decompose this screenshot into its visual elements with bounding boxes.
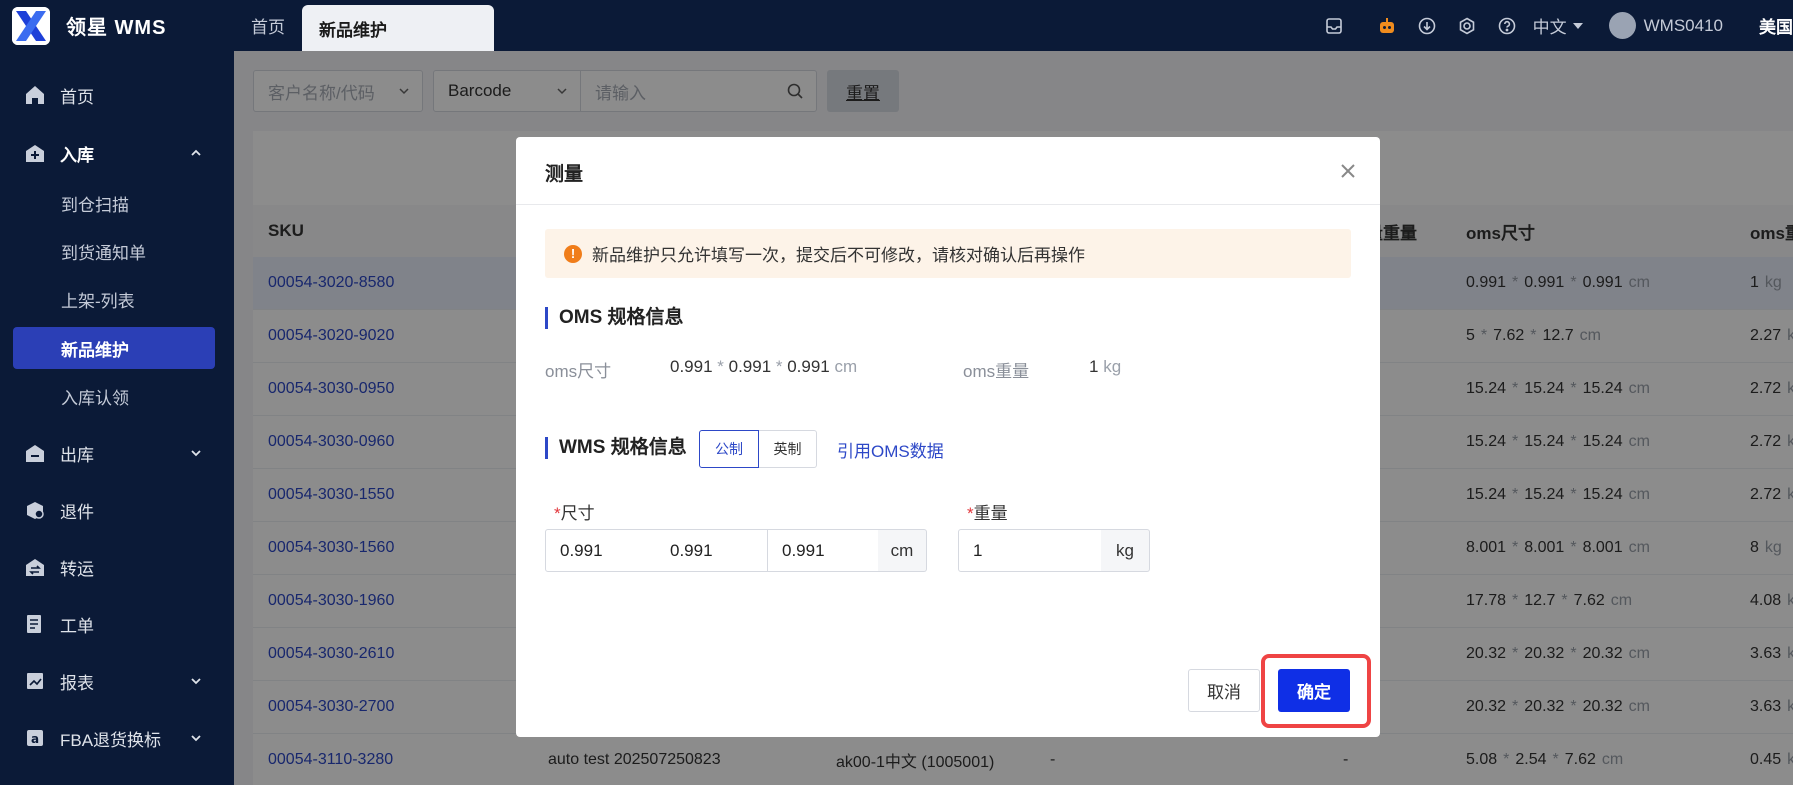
chevron-up-icon xyxy=(191,149,201,156)
chevron-down-icon xyxy=(191,450,201,457)
transfer-icon xyxy=(26,559,44,576)
region-select[interactable]: 美国 xyxy=(1759,13,1793,38)
sidebar-item-arrival-scan[interactable]: 到仓扫描 xyxy=(13,182,215,224)
report-icon xyxy=(27,673,43,689)
alert-text: 新品维护只允许填写一次，提交后不可修改，请核对确认后再操作 xyxy=(592,246,1085,265)
unit-metric-toggle[interactable]: 公制 xyxy=(699,430,759,468)
cancel-button[interactable]: 取消 xyxy=(1188,669,1260,712)
home-icon xyxy=(26,86,44,104)
language-select[interactable]: 中文 xyxy=(1533,13,1583,38)
sidebar-item-report[interactable]: 报表 xyxy=(0,659,234,703)
sidebar-item-outbound[interactable]: 出库 xyxy=(0,431,234,475)
oms-weight-value: 1 kg xyxy=(1089,357,1122,376)
weight-input[interactable]: 1 xyxy=(958,529,1102,572)
sidebar-item-transfer[interactable]: 转运 xyxy=(0,545,234,589)
outbound-icon xyxy=(26,445,44,462)
close-icon[interactable] xyxy=(1338,161,1358,181)
oms-weight-label: oms重量 xyxy=(963,362,1030,381)
dialog-header: 测量 xyxy=(516,137,1380,205)
oms-size-label: oms尺寸 xyxy=(545,362,612,381)
wms-section-title: WMS 规格信息 xyxy=(545,437,687,459)
sidebar-item-new-product[interactable]: 新品维护 xyxy=(13,327,215,369)
username: WMS0410 xyxy=(1643,15,1723,35)
dialog-title: 测量 xyxy=(545,164,584,185)
top-bar: 领星 WMS 首页 新品维护 中文 WMS0410 美国 xyxy=(0,0,1793,51)
height-input[interactable]: 0.991 xyxy=(767,529,879,572)
svg-text:a: a xyxy=(31,732,39,746)
size-unit-suffix: cm xyxy=(878,529,927,572)
confirm-highlight-box xyxy=(1261,654,1371,728)
return-icon xyxy=(27,502,44,519)
sidebar-item-inbound-claim[interactable]: 入库认领 xyxy=(13,375,215,417)
avatar xyxy=(1608,12,1636,39)
sidebar: 首页 入库 到仓扫描 到货通知单 上架-列表 新品维护 入库认领 出库 退件 转… xyxy=(0,51,234,785)
width-input[interactable]: 0.991 xyxy=(656,529,768,572)
unit-imperial-toggle[interactable]: 英制 xyxy=(759,430,817,468)
size-label: *尺寸 xyxy=(554,504,595,523)
chevron-down-icon xyxy=(191,678,201,685)
sidebar-item-home[interactable]: 首页 xyxy=(0,73,234,117)
sidebar-item-return[interactable]: 退件 xyxy=(0,488,234,532)
tab-new-product[interactable]: 新品维护 xyxy=(302,5,494,51)
length-input[interactable]: 0.991 xyxy=(545,529,657,572)
sidebar-item-inbound[interactable]: 入库 xyxy=(0,131,234,175)
tab-home[interactable]: 首页 xyxy=(234,0,302,51)
warning-icon: ! xyxy=(564,244,582,263)
caret-down-icon xyxy=(1572,22,1583,29)
top-right-tools: 中文 WMS0410 美国 xyxy=(1314,0,1793,51)
sidebar-item-arrival-notice[interactable]: 到货通知单 xyxy=(13,230,215,272)
help-icon[interactable] xyxy=(1496,15,1518,37)
cite-oms-data-link[interactable]: 引用OMS数据 xyxy=(837,437,944,462)
oms-section-title: OMS 规格信息 xyxy=(545,307,684,329)
app-logo[interactable]: 领星 WMS xyxy=(0,0,234,51)
chevron-down-icon xyxy=(191,735,201,742)
sidebar-item-putaway-list[interactable]: 上架-列表 xyxy=(13,278,215,320)
download-icon[interactable] xyxy=(1416,15,1438,37)
settings-icon[interactable] xyxy=(1456,15,1478,37)
warning-alert: ! 新品维护只允许填写一次，提交后不可修改，请核对确认后再操作 xyxy=(545,229,1351,278)
robot-icon[interactable] xyxy=(1376,15,1398,37)
sidebar-item-fba[interactable]: a FBA退货换标 xyxy=(0,716,234,760)
app-title: 领星 WMS xyxy=(66,17,167,39)
weight-unit-suffix: kg xyxy=(1101,529,1150,572)
logo-icon xyxy=(12,6,50,45)
user-menu[interactable]: WMS0410 xyxy=(1608,12,1723,39)
inbox-icon[interactable] xyxy=(1323,15,1345,37)
measure-dialog: 测量 ! 新品维护只允许填写一次，提交后不可修改，请核对确认后再操作 OMS 规… xyxy=(516,137,1380,737)
sidebar-item-workorder[interactable]: 工单 xyxy=(0,602,234,646)
fba-icon: a xyxy=(27,730,43,746)
language-label: 中文 xyxy=(1532,18,1567,37)
oms-size-value: 0.991 * 0.991 * 0.991 cm xyxy=(670,357,858,376)
inbound-icon xyxy=(26,145,44,162)
workorder-icon xyxy=(27,615,41,633)
weight-label: *重量 xyxy=(967,504,1008,523)
